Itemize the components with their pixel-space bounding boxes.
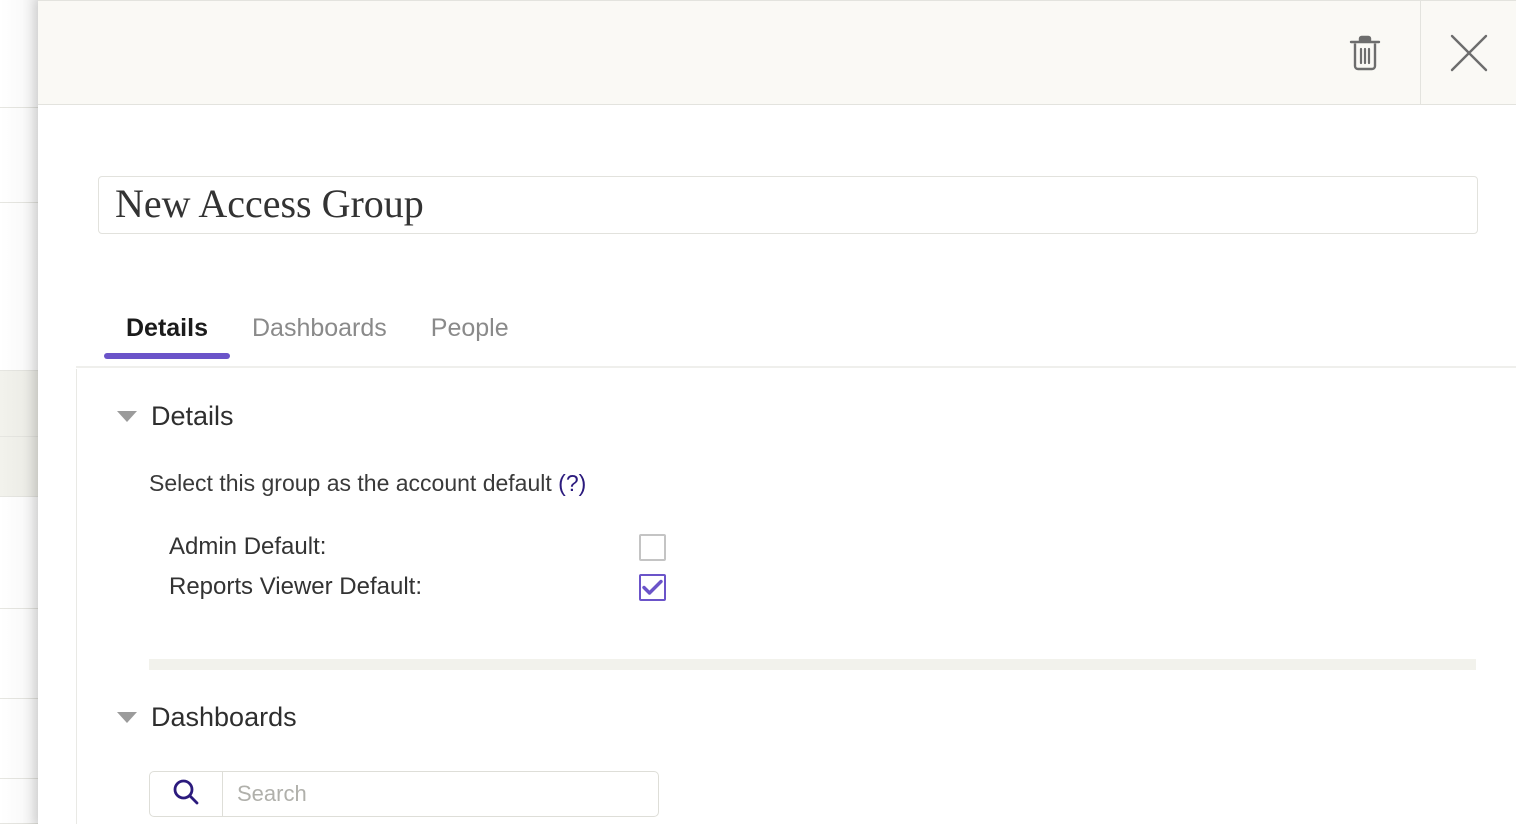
reports-viewer-default-row: Reports Viewer Default: [169, 567, 1516, 607]
details-section-title: Details [151, 401, 234, 431]
tab-people[interactable]: People [409, 303, 531, 353]
close-button[interactable] [1420, 1, 1516, 104]
trash-icon [1347, 33, 1383, 73]
checkmark-icon [642, 579, 663, 596]
background-list-row [0, 779, 40, 824]
default-checkbox-group: Admin Default: Reports Viewer Default: [77, 527, 1516, 607]
admin-default-checkbox[interactable] [639, 533, 666, 561]
account-default-description-text: Select this group as the account default [149, 470, 552, 496]
caret-down-icon [117, 712, 137, 723]
tab-underline-rule [76, 366, 1516, 368]
admin-default-row: Admin Default: [169, 527, 1516, 567]
section-divider [149, 659, 1476, 670]
delete-button[interactable] [1310, 1, 1420, 104]
background-list-row [0, 609, 40, 699]
reports-viewer-default-checkbox[interactable] [639, 573, 666, 601]
help-link[interactable]: (?) [558, 470, 586, 496]
dashboards-section-title: Dashboards [151, 702, 297, 732]
search-button[interactable] [150, 772, 223, 816]
background-list-row [0, 699, 40, 779]
group-name-field-wrapper [98, 176, 1478, 234]
background-list-row [0, 203, 40, 371]
dashboard-search-input[interactable] [223, 772, 658, 816]
search-icon [171, 777, 201, 812]
details-section-header[interactable]: Details [77, 401, 1516, 432]
drawer-content: Details Select this group as the account… [76, 369, 1516, 824]
group-name-input[interactable] [98, 176, 1478, 234]
tab-details[interactable]: Details [104, 303, 230, 359]
background-list-row [0, 437, 40, 497]
tab-list: Details Dashboards People [76, 303, 1516, 369]
dashboard-search-box [149, 771, 659, 817]
dashboards-section-header[interactable]: Dashboards [77, 702, 1516, 733]
background-list-row [0, 371, 40, 437]
dashboard-search-wrapper [77, 771, 1516, 817]
access-group-drawer: Details Dashboards People Details Select… [38, 0, 1516, 824]
account-default-description: Select this group as the account default… [77, 470, 1516, 497]
tab-dashboards[interactable]: Dashboards [230, 303, 409, 353]
background-list-row [0, 0, 40, 108]
caret-down-icon [117, 411, 137, 422]
drawer-tabs: Details Dashboards People [76, 303, 1516, 369]
close-icon [1448, 32, 1490, 74]
background-list-row [0, 497, 40, 609]
admin-default-label: Admin Default: [169, 533, 327, 560]
background-list-row [0, 108, 40, 203]
reports-viewer-default-label: Reports Viewer Default: [169, 573, 423, 600]
drawer-header [38, 0, 1516, 105]
